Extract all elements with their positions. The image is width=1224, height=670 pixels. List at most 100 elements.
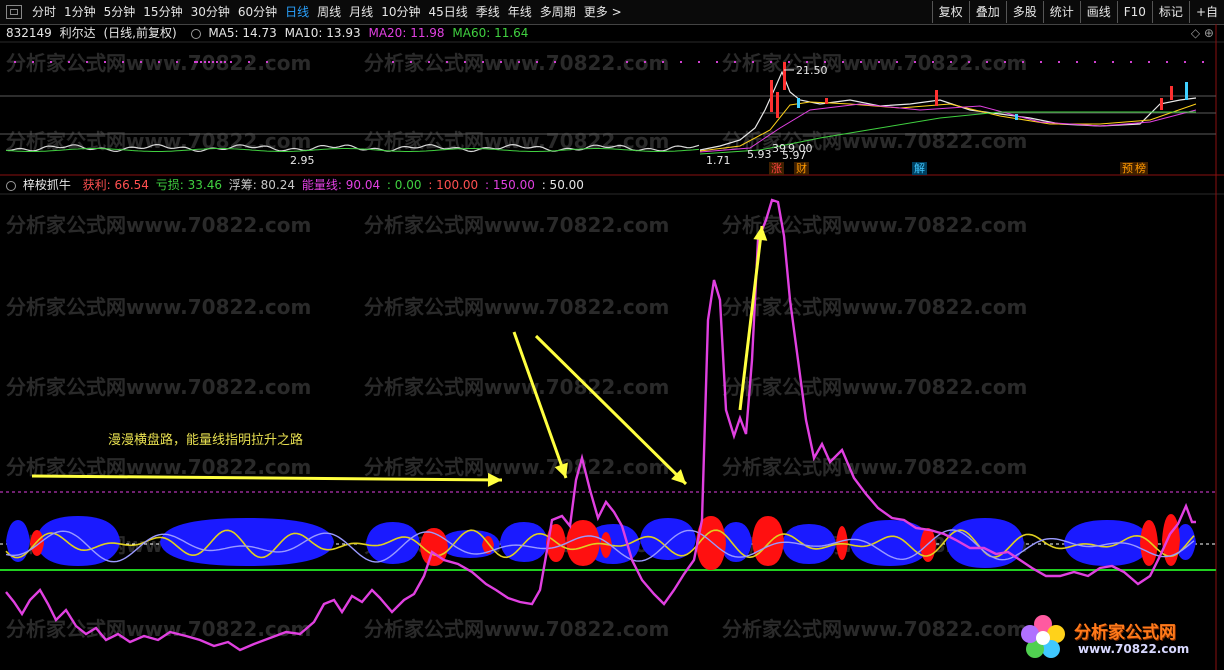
watermark-text: 分析家公式网www.70822.com <box>364 375 669 399</box>
marker-dot <box>860 61 862 63</box>
site-logo: 分析家公式网 www.70822.com <box>1012 608 1217 664</box>
marker-dot <box>248 61 250 63</box>
marker-dot <box>68 61 70 63</box>
candle <box>825 98 828 104</box>
marker-dot <box>1202 61 1204 63</box>
marker-dot <box>518 61 520 63</box>
marker-dot <box>86 61 88 63</box>
marker-dot <box>230 61 232 63</box>
watermark-text: 分析家公式网www.70822.com <box>364 617 669 641</box>
marker-dot <box>806 61 808 63</box>
marker-dot <box>500 61 502 63</box>
blue-band <box>850 520 930 566</box>
candle <box>935 90 938 106</box>
marker-dot <box>392 61 394 63</box>
marker-dot <box>122 61 124 63</box>
candle <box>797 98 800 108</box>
event-tag[interactable]: 解 <box>912 162 927 175</box>
marker-dot <box>1166 61 1168 63</box>
candle <box>1160 98 1163 110</box>
marker-dot <box>220 61 222 63</box>
marker-dot <box>986 61 988 63</box>
event-tag[interactable]: 榜 <box>1133 162 1148 175</box>
marker-dot <box>662 61 664 63</box>
marker-dot <box>208 61 210 63</box>
event-tag[interactable]: 财 <box>794 162 809 175</box>
low-label: 2.95 <box>290 154 315 167</box>
mark-label: 5.93 <box>747 148 772 161</box>
marker-dot <box>752 61 754 63</box>
marker-dot <box>14 61 16 63</box>
mark-label: 5.97 <box>782 149 807 162</box>
red-band <box>566 520 600 566</box>
watermark-text: 分析家公式网www.70822.com <box>722 375 1027 399</box>
marker-dot <box>428 61 430 63</box>
watermark-text: 分析家公式网www.70822.com <box>6 129 311 153</box>
marker-dot <box>216 61 218 63</box>
candle <box>776 92 779 118</box>
annotation-text: 漫漫横盘路，能量线指明拉升之路 <box>108 433 304 448</box>
marker-dot <box>824 61 826 63</box>
marker-dot <box>896 61 898 63</box>
candle <box>1015 114 1018 120</box>
watermark-text: 分析家公式网www.70822.com <box>722 295 1027 319</box>
marker-dot <box>698 61 700 63</box>
marker-dot <box>194 61 196 63</box>
marker-dot <box>196 61 198 63</box>
marker-dot <box>464 61 466 63</box>
marker-dot <box>554 61 556 63</box>
watermark-text: 分析家公式网www.70822.com <box>6 375 311 399</box>
watermark-text: 分析家公式网www.70822.com <box>6 213 311 237</box>
marker-dot <box>1022 61 1024 63</box>
marker-dot <box>1040 61 1042 63</box>
marker-dot <box>734 61 736 63</box>
marker-dot <box>200 61 202 63</box>
marker-dot <box>536 61 538 63</box>
marker-dot <box>1076 61 1078 63</box>
marker-dot <box>878 61 880 63</box>
high-label: 21.50 <box>796 64 828 77</box>
blue-band <box>782 524 836 564</box>
marker-dot <box>644 61 646 63</box>
event-tag[interactable]: 涨 <box>769 162 784 175</box>
marker-dot <box>1148 61 1150 63</box>
marker-dot <box>914 61 916 63</box>
marker-dot <box>1184 61 1186 63</box>
marker-dot <box>968 61 970 63</box>
watermark-text: 分析家公式网www.70822.com <box>6 617 311 641</box>
indicator-panel <box>0 198 1216 652</box>
marker-dot <box>50 61 52 63</box>
marker-dot <box>626 61 628 63</box>
marker-dot <box>950 61 952 63</box>
red-band <box>1162 514 1180 566</box>
marker-dot <box>1058 61 1060 63</box>
marker-dot <box>1094 61 1096 63</box>
red-band <box>1140 520 1158 566</box>
marker-dot <box>32 61 34 63</box>
mark-label: 1.71 <box>706 154 731 167</box>
marker-dot <box>446 61 448 63</box>
marker-dot <box>1004 61 1006 63</box>
logo-title: 分析家公式网 <box>1074 623 1176 643</box>
marker-dot <box>176 61 178 63</box>
marker-dot <box>842 61 844 63</box>
marker-dot <box>204 61 206 63</box>
candle <box>1185 82 1188 100</box>
candle <box>770 80 773 112</box>
marker-dot <box>410 61 412 63</box>
blue-band <box>500 522 548 562</box>
marker-dot <box>104 61 106 63</box>
watermark-text: 分析家公式网www.70822.com <box>722 455 1027 479</box>
red-band <box>752 516 784 566</box>
energy-line <box>5 198 1196 652</box>
marker-dot <box>266 61 268 63</box>
watermark-text: 分析家公式网www.70822.com <box>722 617 1027 641</box>
watermark-text: 分析家公式网www.70822.com <box>6 295 311 319</box>
flower-logo-icon <box>1021 615 1065 658</box>
logo-url: www.70822.com <box>1078 642 1190 656</box>
watermark-text: 分析家公式网www.70822.com <box>364 51 669 75</box>
marker-dot <box>788 61 790 63</box>
candle <box>1170 86 1173 100</box>
blue-band <box>366 522 420 564</box>
blue-band <box>36 516 120 566</box>
